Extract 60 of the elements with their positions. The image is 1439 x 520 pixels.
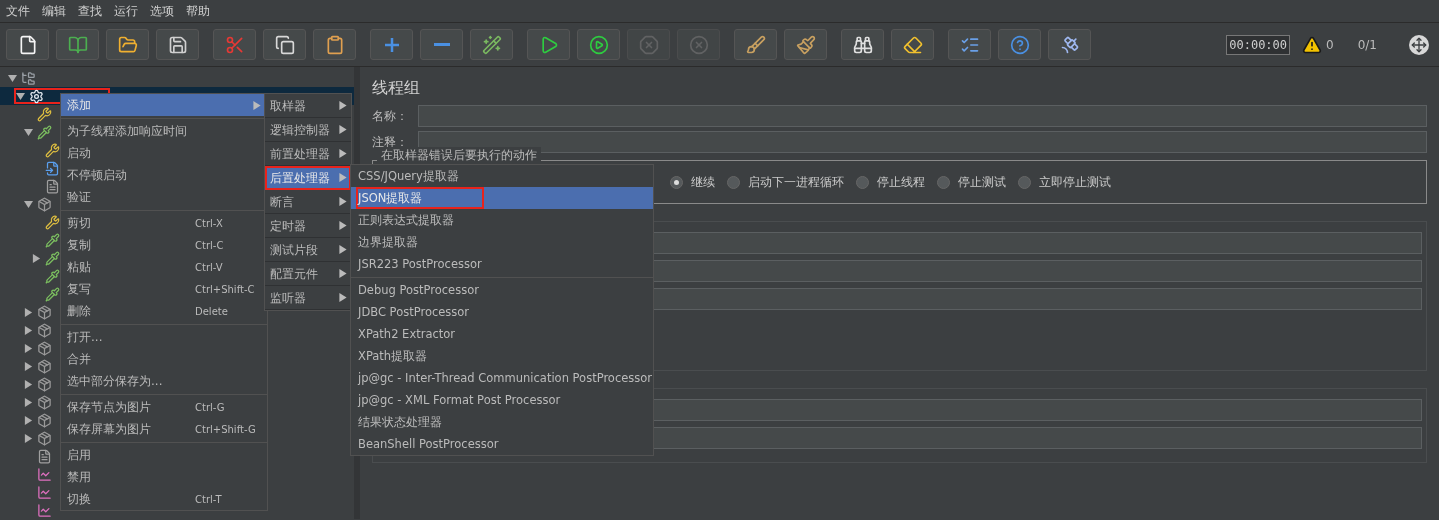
menu-item-label: 断言 xyxy=(270,193,294,211)
shortcut-text: Ctrl-X xyxy=(195,216,223,231)
menu-item-label: 禁用 xyxy=(67,469,92,486)
menu-item-label: 监听器 xyxy=(270,289,306,307)
radio-label: 启动下一进程循环 xyxy=(748,174,844,191)
menu-item-label: jp@gc - Inter-Thread Communication PostProcessor xyxy=(356,370,654,387)
menu-item-label: XPath2 Extractor xyxy=(357,326,457,343)
menu-item-label: 添加 xyxy=(67,97,92,114)
menu-item-label: 不停顿启动 xyxy=(67,167,128,184)
radio-label: 停止线程 xyxy=(877,174,925,191)
menu-item-label: 启动 xyxy=(67,145,92,162)
menu-item-label: 复写 xyxy=(67,281,92,298)
menu-item-label: JSON提取器 xyxy=(356,187,485,209)
comment-label: 注释： xyxy=(372,134,409,149)
menu-item-label: 定时器 xyxy=(270,217,306,235)
menu-item-label: 配置元件 xyxy=(270,265,318,283)
menu-item-label: 保存节点为图片 xyxy=(67,399,152,416)
menu-item-label: 为子线程添加响应时间 xyxy=(67,123,188,140)
panel-title: 线程组 xyxy=(372,77,421,99)
menu-item-label: CSS/JQuery提取器 xyxy=(357,168,460,185)
menu-item-label: 前置处理器 xyxy=(270,145,330,163)
menu-item-label: 剪切 xyxy=(67,215,92,232)
shortcut-text: Ctrl+Shift-C xyxy=(195,282,255,297)
thread-count: 0/1 xyxy=(1357,36,1377,54)
shortcut-text: Ctrl-G xyxy=(195,400,225,415)
menu-item-label: 保存屏幕为图片 xyxy=(67,421,152,438)
group-legend: 在取样器错误后要执行的动作 xyxy=(377,147,541,163)
radio-label: 停止测试 xyxy=(958,174,1006,191)
shortcut-text: Delete xyxy=(195,304,228,319)
menu-item-label: 逻辑控制器 xyxy=(270,121,330,139)
menu-item-label: 验证 xyxy=(67,189,92,206)
radio-label: 立即停止测试 xyxy=(1039,174,1111,191)
menu-item-label: 边界提取器 xyxy=(357,234,419,251)
menu-item-label: BeanShell PostProcessor xyxy=(357,436,500,453)
warning-count: 0 xyxy=(1326,36,1334,54)
menu-item-label: 合并 xyxy=(67,351,92,368)
name-label: 名称： xyxy=(372,108,409,125)
menu-item-label: JDBC PostProcessor xyxy=(356,304,471,321)
menu-item-label: 选中部分保存为... xyxy=(67,373,164,390)
menu-item-label: 复制 xyxy=(67,237,92,254)
menu-item-label: Debug PostProcessor xyxy=(357,282,480,299)
menu-item-label: 删除 xyxy=(67,303,92,320)
menu-item-label: jp@gc - XML Format Post Processor xyxy=(356,392,562,409)
radio-label: 继续 xyxy=(691,174,715,191)
menu-item-label: 启用 xyxy=(67,447,92,464)
shortcut-text: Ctrl-V xyxy=(195,260,223,275)
menu-item-label: 粘贴 xyxy=(67,259,92,276)
menu-item-label: XPath提取器 xyxy=(357,348,429,365)
shortcut-text: Ctrl-C xyxy=(195,238,224,253)
menu-item-label: 打开... xyxy=(67,329,104,346)
timer: 00:00:00 xyxy=(1226,34,1291,55)
shortcut-text: Ctrl+Shift-G xyxy=(195,422,256,437)
menu-item-label: JSR223 PostProcessor xyxy=(356,256,483,273)
menu-item-label: 测试片段 xyxy=(270,241,318,259)
menu-item-label: 切换 xyxy=(67,491,92,508)
menu-item-label: 取样器 xyxy=(270,97,306,115)
menu-item-label: 结果状态处理器 xyxy=(357,414,443,431)
menu-item-label: 后置处理器 xyxy=(270,169,330,187)
shortcut-text: Ctrl-T xyxy=(195,492,222,507)
menu-item-label: 正则表达式提取器 xyxy=(357,212,455,229)
